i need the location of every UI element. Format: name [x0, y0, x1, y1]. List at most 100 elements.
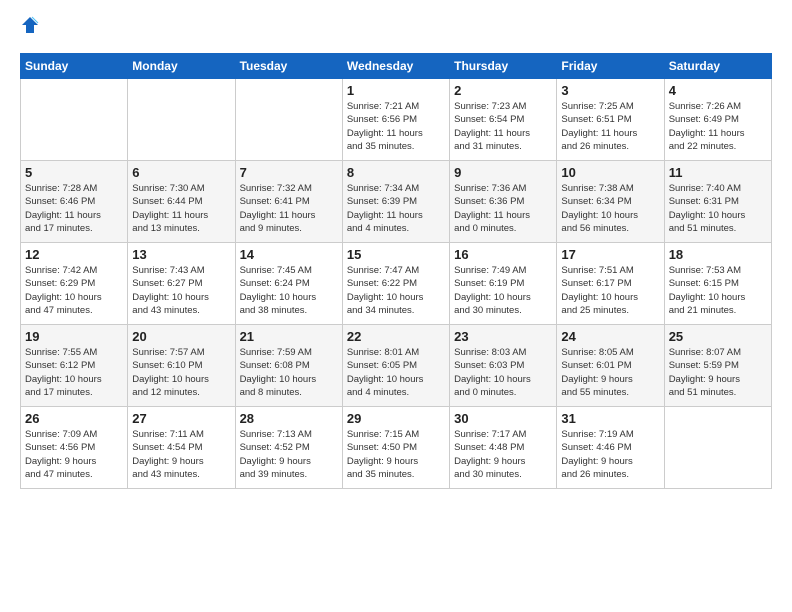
calendar-cell: 5Sunrise: 7:28 AM Sunset: 6:46 PM Daylig… — [21, 161, 128, 243]
day-number: 3 — [561, 83, 659, 98]
day-info: Sunrise: 7:59 AM Sunset: 6:08 PM Dayligh… — [240, 346, 338, 399]
calendar-cell: 4Sunrise: 7:26 AM Sunset: 6:49 PM Daylig… — [664, 79, 771, 161]
calendar-cell: 18 Sunrise: 7:53 AM Sunset: 6:15 PM Dayli… — [664, 243, 771, 325]
day-info: Sunrise: 7:21 AM Sunset: 6:56 PM Dayligh… — [347, 100, 445, 153]
day-info: Sunrise: 7:38 AM Sunset: 6:34 PM Dayligh… — [561, 182, 659, 235]
day-header-thursday: Thursday — [450, 54, 557, 79]
calendar-cell: 25 Sunrise: 8:07 AM Sunset: 5:59 PM Dayli… — [664, 325, 771, 407]
calendar-cell: 11 Sunrise: 7:40 AM Sunset: 6:31 PM Dayli… — [664, 161, 771, 243]
day-number: 8 — [347, 165, 445, 180]
calendar-cell: 22 Sunrise: 8:01 AM Sunset: 6:05 PM Dayli… — [342, 325, 449, 407]
day-header-saturday: Saturday — [664, 54, 771, 79]
day-number: 28 — [240, 411, 338, 426]
logo — [20, 16, 39, 41]
day-number: 4 — [669, 83, 767, 98]
day-header-monday: Monday — [128, 54, 235, 79]
day-info: Sunrise: 7:42 AM Sunset: 6:29 PM Dayligh… — [25, 264, 123, 317]
calendar-cell: 27 Sunrise: 7:11 AM Sunset: 4:54 PM Dayli… — [128, 407, 235, 489]
day-header-sunday: Sunday — [21, 54, 128, 79]
calendar-cell: 29 Sunrise: 7:15 AM Sunset: 4:50 PM Dayli… — [342, 407, 449, 489]
calendar-cell: 21 Sunrise: 7:59 AM Sunset: 6:08 PM Dayli… — [235, 325, 342, 407]
calendar-cell: 1 Sunrise: 7:21 AM Sunset: 6:56 PM Daylig… — [342, 79, 449, 161]
calendar-cell: 15 Sunrise: 7:47 AM Sunset: 6:22 PM Dayli… — [342, 243, 449, 325]
calendar-cell: 17 Sunrise: 7:51 AM Sunset: 6:17 PM Dayli… — [557, 243, 664, 325]
calendar-cell — [128, 79, 235, 161]
day-info: Sunrise: 7:13 AM Sunset: 4:52 PM Dayligh… — [240, 428, 338, 481]
day-number: 29 — [347, 411, 445, 426]
calendar-cell: 24 Sunrise: 8:05 AM Sunset: 6:01 PM Dayli… — [557, 325, 664, 407]
day-number: 15 — [347, 247, 445, 262]
calendar-cell: 19 Sunrise: 7:55 AM Sunset: 6:12 PM Dayli… — [21, 325, 128, 407]
day-number: 24 — [561, 329, 659, 344]
day-info: Sunrise: 8:01 AM Sunset: 6:05 PM Dayligh… — [347, 346, 445, 399]
calendar-cell: 26 Sunrise: 7:09 AM Sunset: 4:56 PM Dayli… — [21, 407, 128, 489]
day-info: Sunrise: 7:49 AM Sunset: 6:19 PM Dayligh… — [454, 264, 552, 317]
calendar-cell — [21, 79, 128, 161]
day-number: 31 — [561, 411, 659, 426]
day-number: 18 — [669, 247, 767, 262]
day-number: 27 — [132, 411, 230, 426]
day-info: Sunrise: 7:57 AM Sunset: 6:10 PM Dayligh… — [132, 346, 230, 399]
day-info: Sunrise: 7:43 AM Sunset: 6:27 PM Dayligh… — [132, 264, 230, 317]
calendar-cell: 30Sunrise: 7:17 AM Sunset: 4:48 PM Dayli… — [450, 407, 557, 489]
calendar-cell — [235, 79, 342, 161]
day-info: Sunrise: 7:47 AM Sunset: 6:22 PM Dayligh… — [347, 264, 445, 317]
logo-icon — [21, 16, 39, 34]
day-info: Sunrise: 7:55 AM Sunset: 6:12 PM Dayligh… — [25, 346, 123, 399]
day-info: Sunrise: 7:30 AM Sunset: 6:44 PM Dayligh… — [132, 182, 230, 235]
day-number: 10 — [561, 165, 659, 180]
day-number: 20 — [132, 329, 230, 344]
day-number: 11 — [669, 165, 767, 180]
day-info: Sunrise: 8:05 AM Sunset: 6:01 PM Dayligh… — [561, 346, 659, 399]
day-info: Sunrise: 7:19 AM Sunset: 4:46 PM Dayligh… — [561, 428, 659, 481]
day-info: Sunrise: 7:28 AM Sunset: 6:46 PM Dayligh… — [25, 182, 123, 235]
day-info: Sunrise: 7:32 AM Sunset: 6:41 PM Dayligh… — [240, 182, 338, 235]
calendar-cell: 12 Sunrise: 7:42 AM Sunset: 6:29 PM Dayli… — [21, 243, 128, 325]
day-number: 17 — [561, 247, 659, 262]
week-row-2: 5Sunrise: 7:28 AM Sunset: 6:46 PM Daylig… — [21, 161, 772, 243]
day-info: Sunrise: 7:53 AM Sunset: 6:15 PM Dayligh… — [669, 264, 767, 317]
day-info: Sunrise: 7:45 AM Sunset: 6:24 PM Dayligh… — [240, 264, 338, 317]
day-number: 9 — [454, 165, 552, 180]
calendar-cell: 10 Sunrise: 7:38 AM Sunset: 6:34 PM Dayli… — [557, 161, 664, 243]
calendar-table: SundayMondayTuesdayWednesdayThursdayFrid… — [20, 53, 772, 489]
day-info: Sunrise: 7:17 AM Sunset: 4:48 PM Dayligh… — [454, 428, 552, 481]
calendar-cell: 14 Sunrise: 7:45 AM Sunset: 6:24 PM Dayli… — [235, 243, 342, 325]
day-number: 16 — [454, 247, 552, 262]
day-info: Sunrise: 7:15 AM Sunset: 4:50 PM Dayligh… — [347, 428, 445, 481]
day-info: Sunrise: 7:09 AM Sunset: 4:56 PM Dayligh… — [25, 428, 123, 481]
day-number: 26 — [25, 411, 123, 426]
header-row: SundayMondayTuesdayWednesdayThursdayFrid… — [21, 54, 772, 79]
day-header-friday: Friday — [557, 54, 664, 79]
day-number: 1 — [347, 83, 445, 98]
calendar-cell: 7Sunrise: 7:32 AM Sunset: 6:41 PM Daylig… — [235, 161, 342, 243]
calendar-cell: 16 Sunrise: 7:49 AM Sunset: 6:19 PM Dayli… — [450, 243, 557, 325]
day-info: Sunrise: 7:11 AM Sunset: 4:54 PM Dayligh… — [132, 428, 230, 481]
calendar-cell: 23Sunrise: 8:03 AM Sunset: 6:03 PM Dayli… — [450, 325, 557, 407]
day-info: Sunrise: 7:51 AM Sunset: 6:17 PM Dayligh… — [561, 264, 659, 317]
week-row-5: 26 Sunrise: 7:09 AM Sunset: 4:56 PM Dayli… — [21, 407, 772, 489]
day-number: 2 — [454, 83, 552, 98]
day-header-wednesday: Wednesday — [342, 54, 449, 79]
day-info: Sunrise: 7:40 AM Sunset: 6:31 PM Dayligh… — [669, 182, 767, 235]
day-number: 14 — [240, 247, 338, 262]
calendar-cell: 9 Sunrise: 7:36 AM Sunset: 6:36 PM Daylig… — [450, 161, 557, 243]
calendar-cell: 2Sunrise: 7:23 AM Sunset: 6:54 PM Daylig… — [450, 79, 557, 161]
day-header-tuesday: Tuesday — [235, 54, 342, 79]
calendar-cell: 28 Sunrise: 7:13 AM Sunset: 4:52 PM Dayli… — [235, 407, 342, 489]
week-row-4: 19 Sunrise: 7:55 AM Sunset: 6:12 PM Dayli… — [21, 325, 772, 407]
day-info: Sunrise: 7:36 AM Sunset: 6:36 PM Dayligh… — [454, 182, 552, 235]
day-number: 25 — [669, 329, 767, 344]
day-number: 23 — [454, 329, 552, 344]
day-number: 6 — [132, 165, 230, 180]
calendar-cell: 8Sunrise: 7:34 AM Sunset: 6:39 PM Daylig… — [342, 161, 449, 243]
day-number: 22 — [347, 329, 445, 344]
day-number: 12 — [25, 247, 123, 262]
calendar-cell: 13Sunrise: 7:43 AM Sunset: 6:27 PM Dayli… — [128, 243, 235, 325]
week-row-3: 12 Sunrise: 7:42 AM Sunset: 6:29 PM Dayli… — [21, 243, 772, 325]
day-number: 21 — [240, 329, 338, 344]
page: SundayMondayTuesdayWednesdayThursdayFrid… — [0, 0, 792, 612]
header — [20, 16, 772, 41]
day-number: 19 — [25, 329, 123, 344]
day-info: Sunrise: 8:07 AM Sunset: 5:59 PM Dayligh… — [669, 346, 767, 399]
